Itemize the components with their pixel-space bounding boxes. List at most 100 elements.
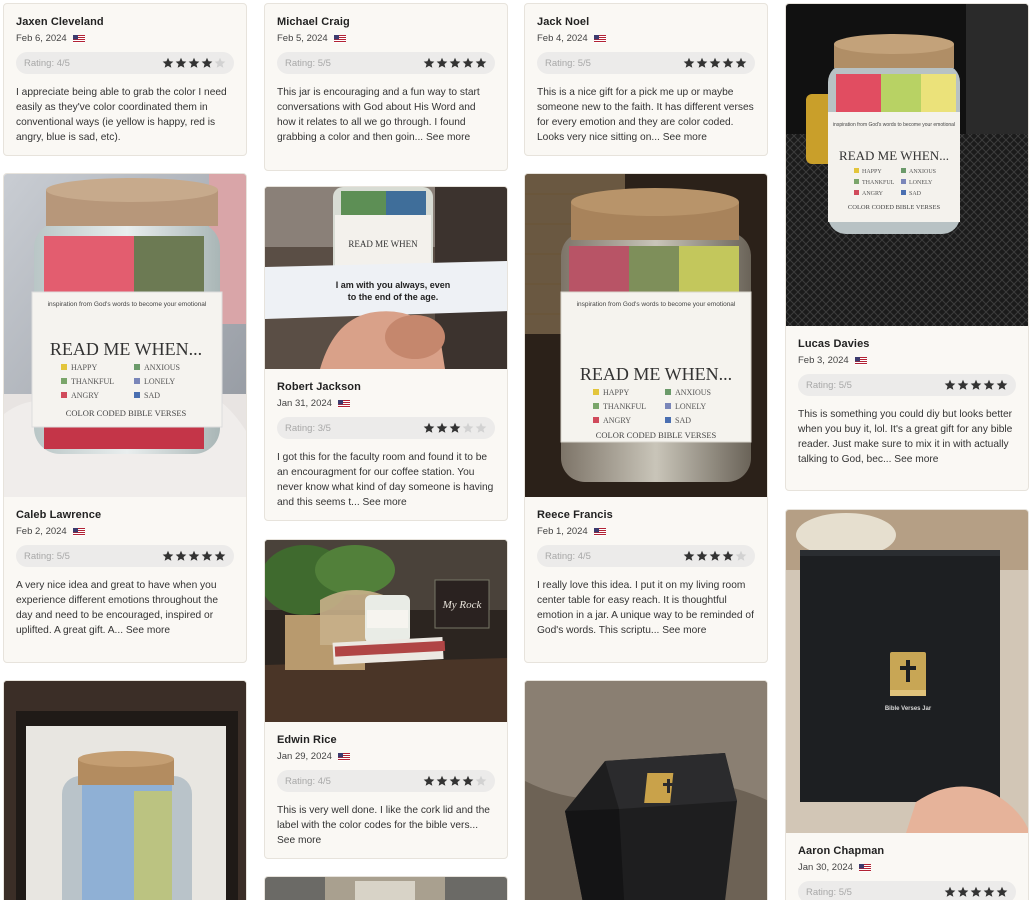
star-filled-icon — [709, 550, 721, 561]
jar-arc-text: inspiration from God's words to become y… — [577, 301, 736, 308]
see-more-link[interactable]: See more — [663, 132, 707, 143]
review-card[interactable]: inspiration from God's words to become y… — [524, 173, 768, 663]
review-photo[interactable] — [525, 681, 767, 900]
star-filled-icon — [436, 775, 448, 786]
star-filled-icon — [449, 57, 461, 68]
us-flag-icon — [72, 527, 85, 536]
jar-arc-text: inspiration from God's words to become y… — [48, 301, 207, 308]
review-body: This is very well done. I like the cork … — [277, 805, 490, 831]
reviewer-name: Michael Craig — [277, 16, 350, 28]
jar-item: ANXIOUS — [144, 363, 180, 372]
review-photo[interactable]: inspiration from God's words to become y… — [525, 174, 767, 497]
black-box-photo: Bible Verses Jar — [786, 510, 1028, 833]
reviewer-name: Caleb Lawrence — [16, 509, 102, 521]
star-filled-icon — [436, 57, 448, 68]
jar-item: LONELY — [909, 180, 933, 186]
jar-item: THANKFUL — [603, 402, 646, 411]
star-rating — [423, 422, 487, 434]
review-card[interactable]: Bible Verses Jar Aaron Chapman Jan 30, 2… — [785, 509, 1029, 900]
review-text: I really love this idea. I put it on my … — [537, 578, 755, 638]
see-more-link[interactable]: See more — [363, 497, 407, 508]
review-card[interactable]: Michael Craig Feb 5, 2024 Rating: 5/5 Th… — [264, 3, 508, 171]
jar-item: THANKFUL — [862, 180, 895, 186]
us-flag-icon — [72, 34, 85, 43]
review-photo[interactable]: inspiration from God's words to become y… — [786, 4, 1028, 326]
rating-label: Rating: 5/5 — [806, 379, 852, 391]
review-body: A very nice idea and great to have when … — [16, 580, 218, 636]
rating-label: Rating: 5/5 — [285, 57, 331, 69]
review-photo[interactable]: READ ME WHEN I am with you always, even … — [265, 187, 507, 369]
review-photo[interactable]: My Rock — [265, 540, 507, 722]
review-text: I got this for the faculty room and foun… — [277, 450, 495, 510]
review-card[interactable]: Jaxen Cleveland Feb 6, 2024 Rating: 4/5 … — [3, 3, 247, 156]
rating-label: Rating: 3/5 — [285, 422, 331, 434]
reviewer-name: Robert Jackson — [277, 381, 361, 393]
review-body: This is a nice gift for a pick me up or … — [537, 87, 754, 143]
jar-item: ANXIOUS — [675, 388, 711, 397]
see-more-link[interactable]: See more — [126, 625, 170, 636]
star-empty-icon — [214, 57, 226, 68]
see-more-link[interactable]: See more — [426, 132, 470, 143]
rating-label: Rating: 5/5 — [545, 57, 591, 69]
review-card[interactable] — [3, 680, 247, 900]
see-more-link[interactable]: See more — [662, 625, 706, 636]
rating-bar: Rating: 5/5 — [798, 374, 1016, 396]
jar-item: LONELY — [144, 377, 175, 386]
review-photo[interactable]: Bible Verses Jar — [786, 510, 1028, 833]
star-filled-icon — [970, 886, 982, 897]
star-filled-icon — [944, 886, 956, 897]
review-card[interactable]: My Rock Edwin Rice Jan 29, 2024 Rating: … — [264, 539, 508, 859]
review-card[interactable] — [264, 876, 508, 900]
rating-bar: Rating: 3/5 — [277, 417, 495, 439]
star-filled-icon — [201, 550, 213, 561]
review-date: Feb 1, 2024 — [537, 526, 588, 537]
review-date: Jan 31, 2024 — [277, 398, 332, 409]
jar-photo — [265, 877, 507, 900]
star-filled-icon — [162, 57, 174, 68]
jar-title: READ ME WHEN — [348, 239, 418, 249]
us-flag-icon — [333, 34, 346, 43]
jar-photo: inspiration from God's words to become y… — [4, 174, 246, 497]
review-photo[interactable]: inspiration from God's words to become y… — [4, 174, 246, 497]
rating-label: Rating: 5/5 — [24, 550, 70, 562]
star-filled-icon — [436, 422, 448, 433]
star-empty-icon — [475, 422, 487, 433]
review-text: This is something you could diy but look… — [798, 407, 1016, 467]
jar-footer: COLOR CODED BIBLE VERSES — [66, 408, 187, 418]
jar-item: HAPPY — [603, 388, 629, 397]
boxed-jar-photo — [4, 681, 246, 900]
star-rating — [423, 57, 487, 69]
jar-title: READ ME WHEN... — [50, 339, 202, 359]
review-photo[interactable] — [4, 681, 246, 900]
rating-bar: Rating: 5/5 — [798, 881, 1016, 900]
see-more-link[interactable]: See more — [277, 835, 321, 846]
rating-label: Rating: 4/5 — [285, 775, 331, 787]
jar-arc-text: inspiration from God's words to become y… — [833, 122, 955, 128]
rating-label: Rating: 5/5 — [806, 886, 852, 898]
sign-text: My Rock — [442, 599, 483, 611]
jar-photo: inspiration from God's words to become y… — [525, 174, 767, 497]
review-card[interactable]: inspiration from God's words to become y… — [3, 173, 247, 663]
jar-title: READ ME WHEN... — [839, 148, 949, 163]
jar-item: ANGRY — [603, 416, 631, 425]
jar-item: THANKFUL — [71, 377, 114, 386]
jar-title: READ ME WHEN... — [580, 364, 732, 384]
star-empty-icon — [475, 775, 487, 786]
review-card[interactable]: Jack Noel Feb 4, 2024 Rating: 5/5 This i… — [524, 3, 768, 156]
star-filled-icon — [188, 57, 200, 68]
review-photo[interactable] — [265, 877, 507, 900]
jar-footer: COLOR CODED BIBLE VERSES — [848, 204, 941, 211]
star-filled-icon — [709, 57, 721, 68]
star-filled-icon — [475, 57, 487, 68]
star-empty-icon — [735, 550, 747, 561]
review-card[interactable]: inspiration from God's words to become y… — [785, 3, 1029, 491]
rating-bar: Rating: 5/5 — [537, 52, 755, 74]
star-filled-icon — [944, 379, 956, 390]
review-date: Feb 3, 2024 — [798, 355, 849, 366]
review-date: Feb 2, 2024 — [16, 526, 67, 537]
star-filled-icon — [683, 550, 695, 561]
review-card[interactable] — [524, 680, 768, 900]
see-more-link[interactable]: See more — [894, 454, 938, 465]
star-filled-icon — [696, 57, 708, 68]
review-card[interactable]: READ ME WHEN I am with you always, even … — [264, 186, 508, 521]
